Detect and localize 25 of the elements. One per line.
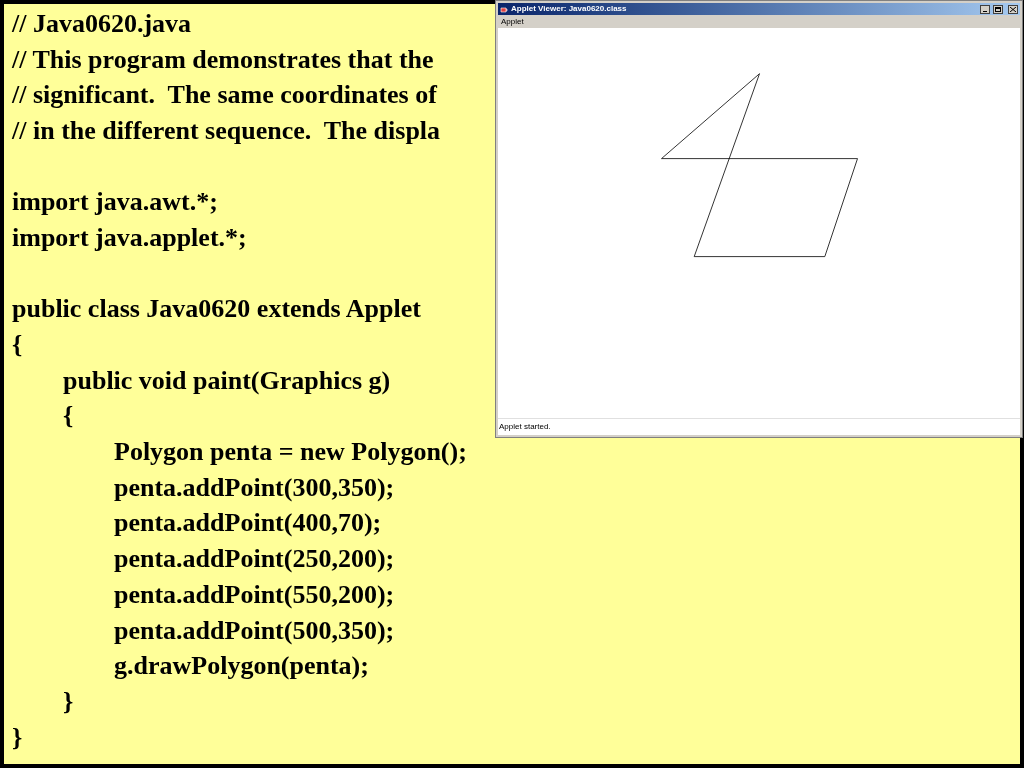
minimize-button[interactable]	[980, 4, 990, 14]
code-line: // significant. The same coordinates of	[12, 82, 437, 109]
menu-item[interactable]: Applet	[501, 15, 524, 28]
code-line: penta.addPoint(300,350);	[114, 474, 395, 501]
code-line: {	[63, 403, 74, 430]
maximize-button[interactable]	[993, 4, 1003, 14]
code-line: // in the different sequence. The displa	[12, 117, 441, 144]
window-title: Applet Viewer: Java0620.class	[511, 5, 628, 13]
code-line: penta.addPoint(250,200);	[114, 546, 395, 573]
close-button[interactable]	[1008, 4, 1018, 14]
code-line: import java.applet.*;	[12, 224, 247, 251]
code-line: {	[12, 332, 23, 359]
code-line: Polygon penta = new Polygon();	[114, 439, 467, 466]
code-line: // This program demonstrates that the	[12, 46, 434, 73]
status-text: Applet started.	[499, 421, 551, 433]
code-line: public void paint(Graphics g)	[63, 367, 391, 394]
code-line: g.drawPolygon(penta);	[114, 653, 369, 680]
code-line: import java.awt.*;	[12, 189, 218, 216]
code-line: penta.addPoint(500,350);	[114, 617, 395, 644]
code-line: penta.addPoint(400,70);	[114, 510, 382, 537]
code-line: public class Java0620 extends Applet	[12, 296, 421, 323]
code-line: }	[63, 688, 74, 715]
code-line: // Java0620.java	[12, 10, 192, 37]
code-line: }	[12, 724, 23, 751]
code-line: penta.addPoint(550,200);	[114, 581, 395, 608]
